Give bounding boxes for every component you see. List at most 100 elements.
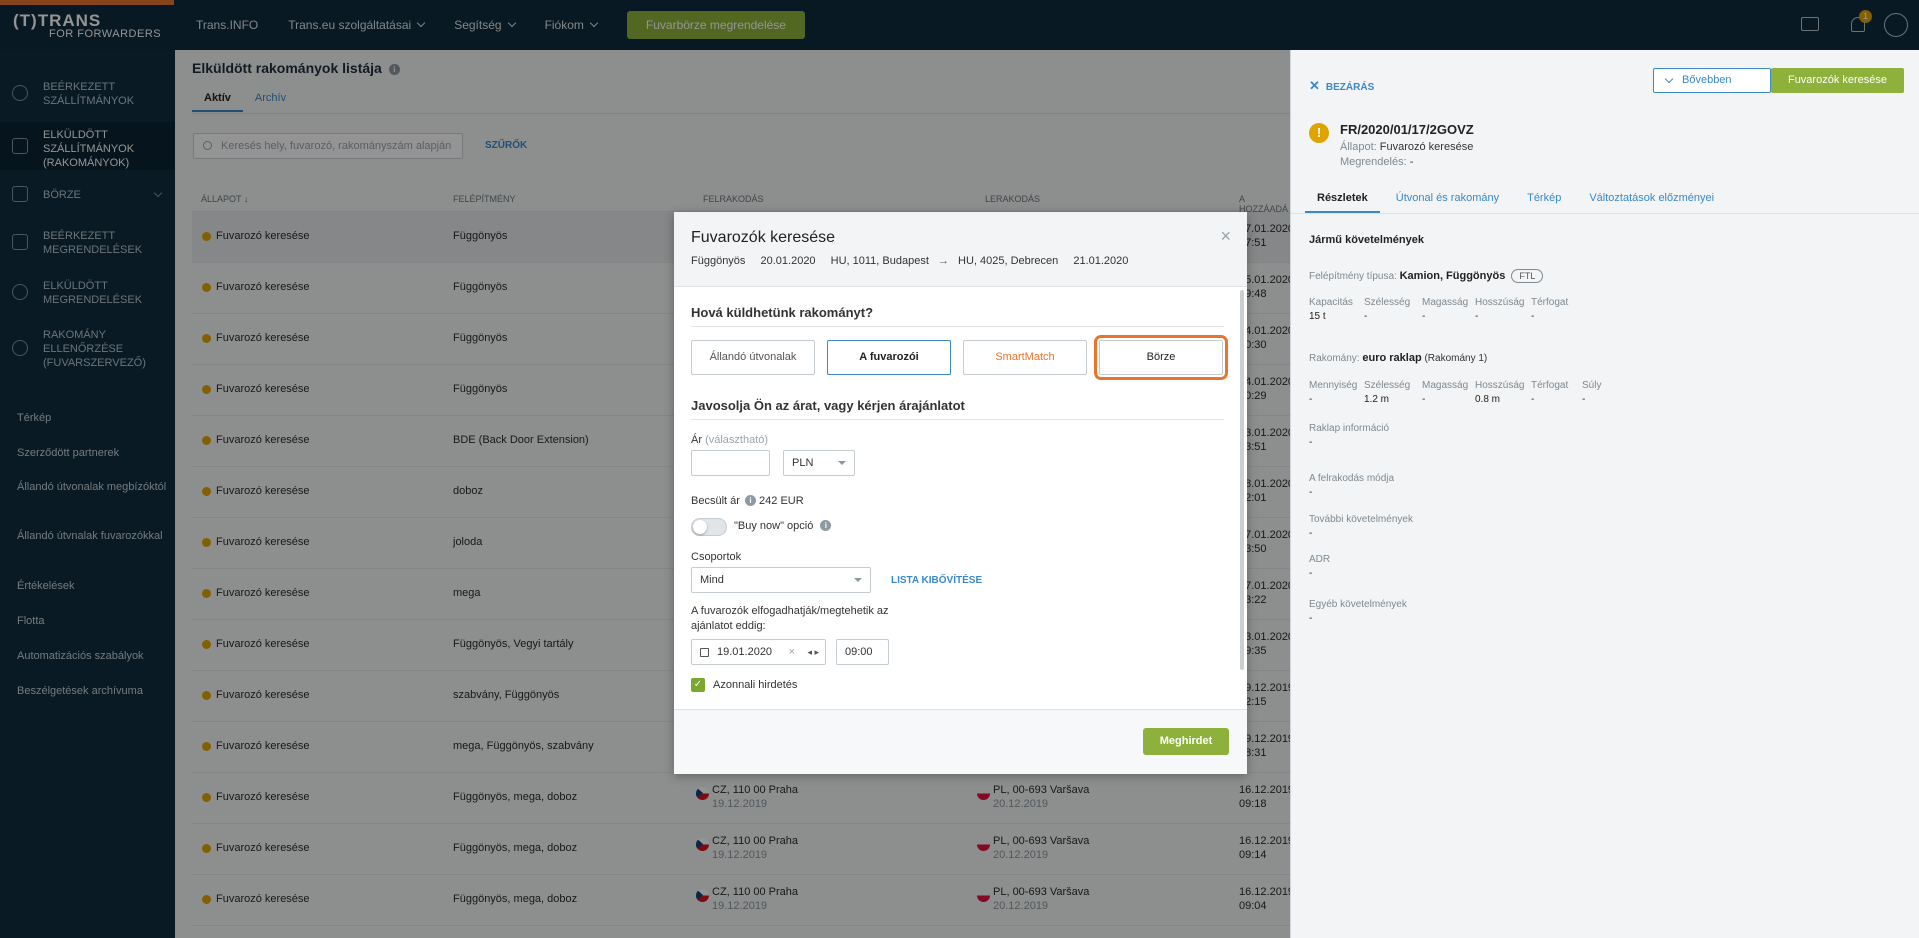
pallet-info-value: - <box>1309 437 1313 448</box>
calendar-icon <box>700 648 709 657</box>
find-carriers-button[interactable]: Fuvarozók keresése <box>1771 68 1904 93</box>
dim-value: - <box>1531 311 1535 322</box>
estimated-price: Becsült ár i 242 EUR <box>691 495 804 507</box>
groups-select[interactable]: Mind <box>691 567 871 593</box>
toggle-knob <box>693 520 707 534</box>
other-req-label: Egyéb követelmények <box>1309 599 1407 610</box>
price-optional: (választható) <box>705 434 769 446</box>
info-icon[interactable]: i <box>744 495 756 506</box>
stepper-arrows-icon[interactable]: ◂ ▸ <box>807 640 819 664</box>
status-value: Fuvarozó keresése <box>1379 141 1474 153</box>
cargo-dim: Súly - <box>1582 379 1601 407</box>
order-line: Megrendelés: - <box>1340 156 1413 168</box>
option-fixed-routes[interactable]: Állandó útvonalak <box>691 340 815 375</box>
arrow-right-icon: → <box>937 255 949 267</box>
dropdown-caret-icon <box>838 461 846 465</box>
route-date-to: 21.01.2020 <box>1073 255 1129 267</box>
tab-route-cargo[interactable]: Útvonal és rakomány <box>1384 192 1511 213</box>
groups-label: Csoportok <box>691 551 742 563</box>
currency-select[interactable]: PLN <box>783 450 855 476</box>
price-input[interactable] <box>691 450 770 476</box>
instant-checkbox[interactable]: ✓ <box>691 678 705 692</box>
more-button[interactable]: Bővebben <box>1653 68 1771 93</box>
modal-title: Fuvarozók keresése <box>691 229 836 246</box>
dim-key: Kapacitás <box>1309 297 1353 308</box>
modal-route: Függönyös 20.01.2020 HU, 1011, Budapest … <box>691 255 1140 267</box>
option-smartmatch[interactable]: SmartMatch <box>963 340 1087 375</box>
price-heading: Javosolja Ön az árat, vagy kérjen áraján… <box>691 398 1224 420</box>
groups-value: Mind <box>700 574 724 586</box>
tab-details[interactable]: Részletek <box>1305 192 1380 213</box>
cargo-row: Rakomány: euro raklap (Rakomány 1) <box>1309 352 1487 364</box>
dim-value: - <box>1422 394 1426 405</box>
chevron-down-icon <box>1664 74 1674 84</box>
dim-key: Térfogat <box>1531 297 1569 308</box>
deadline-label: A fuvarozók elfogadhatják/megtehetik az … <box>691 605 889 632</box>
dim-key: Szélesség <box>1364 380 1411 391</box>
dropdown-caret-icon <box>854 578 862 582</box>
route-body: Függönyös <box>691 255 746 267</box>
buy-now-text: "Buy now" opció <box>734 520 814 532</box>
status-line: Állapot: Fuvarozó keresése <box>1340 141 1473 153</box>
more-req-label: További követelmények <box>1309 514 1413 525</box>
dim-value: 0.8 m <box>1475 394 1501 405</box>
dim-key: Hosszúság <box>1475 380 1525 391</box>
status-key: Állapot: <box>1340 141 1377 153</box>
vehicle-dim: Hosszúság - <box>1475 296 1524 324</box>
dim-key: Hosszúság <box>1475 297 1525 308</box>
option-exchange[interactable]: Börze <box>1094 335 1228 380</box>
dim-value: - <box>1309 394 1313 405</box>
ftl-badge: FTL <box>1511 269 1544 283</box>
find-carriers-modal: Fuvarozók keresése × Függönyös 20.01.202… <box>674 212 1247 774</box>
option-my-carriers[interactable]: A fuvarozói <box>827 340 951 375</box>
other-req-value: - <box>1309 613 1313 624</box>
route-to: HU, 4025, Debrecen <box>958 255 1059 267</box>
deadline-time-input[interactable]: 09:00 <box>836 639 889 665</box>
cargo-dim: Mennyiség - <box>1309 379 1357 407</box>
vehicle-section-title: Jármű követelmények <box>1309 234 1424 246</box>
cargo-value: euro raklap <box>1362 352 1422 364</box>
expand-list-link[interactable]: LISTA KIBŐVÍTÉSE <box>891 575 982 586</box>
panel-tab-divider <box>1291 213 1919 214</box>
buy-now-toggle[interactable] <box>691 518 727 536</box>
deadline-date-input[interactable]: 19.01.2020 × ◂ ▸ <box>691 639 826 665</box>
dim-key: Térfogat <box>1531 380 1569 391</box>
dim-key: Magasság <box>1422 380 1469 391</box>
tab-history[interactable]: Változtatások előzményei <box>1577 192 1726 213</box>
info-icon[interactable]: i <box>820 520 832 531</box>
cargo-suffix: (Rakomány 1) <box>1424 353 1488 364</box>
clear-icon[interactable]: × <box>789 640 795 664</box>
buy-now-label: "Buy now" opció i <box>734 520 832 532</box>
instant-label: Azonnali hirdetés <box>713 679 798 691</box>
cargo-key: Rakomány: <box>1309 353 1360 364</box>
currency-value: PLN <box>792 457 814 469</box>
publish-button[interactable]: Meghirdet <box>1143 728 1229 755</box>
modal-scrollbar[interactable] <box>1240 290 1244 670</box>
more-label: Bővebben <box>1682 74 1732 86</box>
estimated-value: 242 EUR <box>759 495 804 507</box>
dim-value: - <box>1422 311 1426 322</box>
cargo-dim: Térfogat - <box>1531 379 1568 407</box>
deadline-date: 19.01.2020 <box>717 646 773 658</box>
dim-key: Mennyiség <box>1309 380 1358 391</box>
tab-map[interactable]: Térkép <box>1515 192 1573 213</box>
adr-label: ADR <box>1309 554 1331 565</box>
dim-value: - <box>1582 394 1586 405</box>
body-type-value: Kamion, Függönyös <box>1399 270 1506 282</box>
dim-value: - <box>1475 311 1479 322</box>
close-icon[interactable]: × <box>1220 226 1231 247</box>
dim-key: Súly <box>1582 380 1602 391</box>
vehicle-dim: Kapacitás 15 t <box>1309 296 1353 324</box>
estimated-label: Becsült ár <box>691 495 740 507</box>
close-panel-button[interactable]: ✕ BEZÁRÁS <box>1309 78 1374 94</box>
detail-panel: ✕ BEZÁRÁS Bővebben Fuvarozók keresése ! F… <box>1290 50 1919 938</box>
dim-value: 15 t <box>1309 311 1326 322</box>
modal-footer: Meghirdet <box>674 709 1247 774</box>
close-icon: ✕ <box>1309 78 1320 93</box>
cargo-dim: Hosszúság 0.8 m <box>1475 379 1524 407</box>
close-label: BEZÁRÁS <box>1325 82 1375 93</box>
more-req-value: - <box>1309 528 1313 539</box>
loading-mode-label: A felrakodás módja <box>1309 473 1395 484</box>
where-heading: Hová küldhetünk rakományt? <box>691 305 1224 327</box>
modal-header: Fuvarozók keresése × Függönyös 20.01.202… <box>674 212 1247 287</box>
